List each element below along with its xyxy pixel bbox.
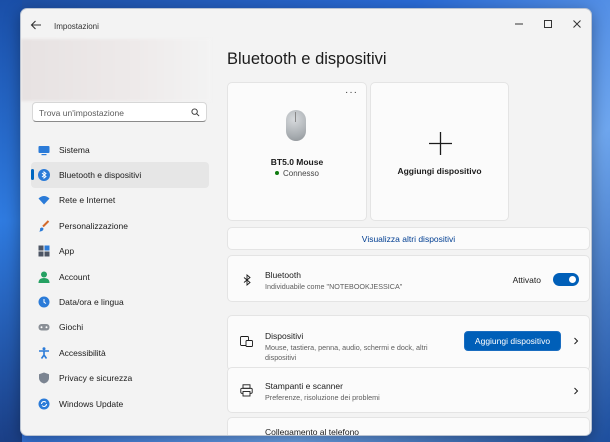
phone-link-row[interactable]: Collegamento al telefono bbox=[227, 417, 590, 436]
device-card-mouse[interactable]: ··· BT5.0 Mouse Connesso bbox=[227, 82, 367, 221]
minimize-icon bbox=[515, 23, 523, 25]
bluetooth-toggle-label: Attivato bbox=[512, 275, 541, 285]
sidebar-item-label: Account bbox=[59, 271, 90, 282]
sidebar-item-rete[interactable]: Rete e Internet bbox=[31, 188, 209, 213]
sidebar-item-sistema[interactable]: Sistema bbox=[31, 137, 209, 162]
device-name: BT5.0 Mouse bbox=[270, 157, 324, 167]
settings-window: Impostazioni Trova un'impostazione Siste… bbox=[20, 8, 592, 436]
search-placeholder: Trova un'impostazione bbox=[39, 108, 124, 118]
search-input[interactable]: Trova un'impostazione bbox=[32, 102, 207, 122]
view-more-devices-label: Visualizza altri dispositivi bbox=[361, 233, 456, 244]
gamepad-icon bbox=[38, 321, 50, 333]
shield-icon bbox=[38, 372, 50, 384]
add-device-card[interactable]: Aggiungi dispositivo bbox=[370, 82, 509, 221]
sidebar-item-windows-update[interactable]: Windows Update bbox=[31, 391, 209, 416]
user-profile-area[interactable] bbox=[21, 39, 211, 101]
sidebar-item-label: Data/ora e lingua bbox=[59, 297, 124, 308]
sidebar-item-account[interactable]: Account bbox=[31, 264, 209, 289]
printers-row[interactable]: Stampanti e scanner Preferenze, risoluzi… bbox=[227, 367, 590, 413]
device-status: Connesso bbox=[228, 169, 366, 178]
more-options-button[interactable]: ··· bbox=[345, 88, 358, 98]
view-more-devices-link[interactable]: Visualizza altri dispositivi bbox=[227, 227, 590, 250]
sidebar-item-label: Accessibilità bbox=[59, 347, 106, 358]
maximize-button[interactable] bbox=[541, 17, 555, 31]
bluetooth-row: Bluetooth Individuabile come "NOTEBOOKJE… bbox=[227, 255, 590, 302]
devices-row-subtitle: Mouse, tastiera, penna, audio, schermi e… bbox=[265, 343, 428, 362]
sidebar-item-label: Personalizzazione bbox=[59, 220, 128, 231]
bluetooth-row-subtitle: Individuabile come "NOTEBOOKJESSICA" bbox=[265, 282, 403, 291]
bluetooth-row-title: Bluetooth bbox=[265, 270, 301, 280]
window-title: Impostazioni bbox=[54, 22, 99, 31]
back-arrow-icon bbox=[30, 20, 41, 30]
devices-icon bbox=[240, 335, 253, 348]
plus-icon bbox=[429, 132, 452, 155]
add-device-button[interactable]: Aggiungi dispositivo bbox=[464, 331, 561, 351]
brush-icon bbox=[38, 220, 50, 232]
chevron-right-icon[interactable] bbox=[572, 387, 580, 395]
printers-row-title: Stampanti e scanner bbox=[265, 381, 343, 391]
back-button[interactable] bbox=[29, 18, 43, 32]
sidebar-item-personalizzazione[interactable]: Personalizzazione bbox=[31, 213, 209, 238]
close-button[interactable] bbox=[570, 17, 584, 31]
phone-link-row-title: Collegamento al telefono bbox=[265, 427, 360, 436]
sidebar-item-app[interactable]: App bbox=[31, 239, 209, 264]
sidebar-item-data-ora[interactable]: Data/ora e lingua bbox=[31, 289, 209, 314]
accessibility-icon bbox=[38, 347, 50, 359]
sidebar-item-label: App bbox=[59, 246, 75, 257]
maximize-icon bbox=[544, 20, 552, 28]
bluetooth-icon bbox=[38, 169, 50, 182]
connected-dot-icon bbox=[274, 171, 279, 175]
apps-icon bbox=[38, 245, 50, 257]
chevron-right-icon[interactable] bbox=[572, 337, 580, 345]
search-icon bbox=[191, 108, 200, 117]
minimize-button[interactable] bbox=[512, 17, 526, 31]
clock-globe-icon bbox=[38, 296, 50, 308]
person-icon bbox=[38, 271, 50, 283]
sidebar-item-label: Privacy e sicurezza bbox=[59, 373, 133, 384]
printer-icon bbox=[240, 384, 253, 397]
sidebar-item-bluetooth[interactable]: Bluetooth e dispositivi bbox=[31, 162, 209, 188]
wifi-icon bbox=[38, 194, 50, 206]
update-icon bbox=[38, 398, 50, 410]
add-device-label: Aggiungi dispositivo bbox=[397, 166, 482, 176]
sidebar-item-label: Rete e Internet bbox=[59, 195, 116, 206]
sidebar-item-label: Windows Update bbox=[59, 398, 124, 409]
devices-row-title: Dispositivi bbox=[265, 331, 304, 341]
page-title: Bluetooth e dispositivi bbox=[227, 50, 387, 68]
bluetooth-toggle[interactable] bbox=[553, 273, 579, 286]
devices-row[interactable]: Dispositivi Mouse, tastiera, penna, audi… bbox=[227, 315, 590, 371]
title-bar: Impostazioni bbox=[21, 9, 591, 39]
mouse-device-icon bbox=[286, 110, 306, 141]
sidebar-item-giochi[interactable]: Giochi bbox=[31, 315, 209, 340]
sidebar-item-accessibilita[interactable]: Accessibilità bbox=[31, 340, 209, 365]
sidebar-item-label: Sistema bbox=[59, 144, 90, 155]
sidebar-item-label: Bluetooth e dispositivi bbox=[59, 170, 142, 181]
close-icon bbox=[573, 20, 581, 28]
sidebar-item-label: Giochi bbox=[59, 322, 84, 333]
device-status-text: Connesso bbox=[282, 169, 320, 178]
sidebar-nav: Sistema Bluetooth e dispositivi Rete e I… bbox=[31, 137, 209, 416]
bluetooth-icon bbox=[240, 273, 253, 286]
desktop-background bbox=[0, 0, 22, 442]
monitor-icon bbox=[38, 144, 50, 156]
printers-row-subtitle: Preferenze, risoluzione dei problemi bbox=[265, 393, 380, 402]
sidebar-item-privacy[interactable]: Privacy e sicurezza bbox=[31, 366, 209, 391]
